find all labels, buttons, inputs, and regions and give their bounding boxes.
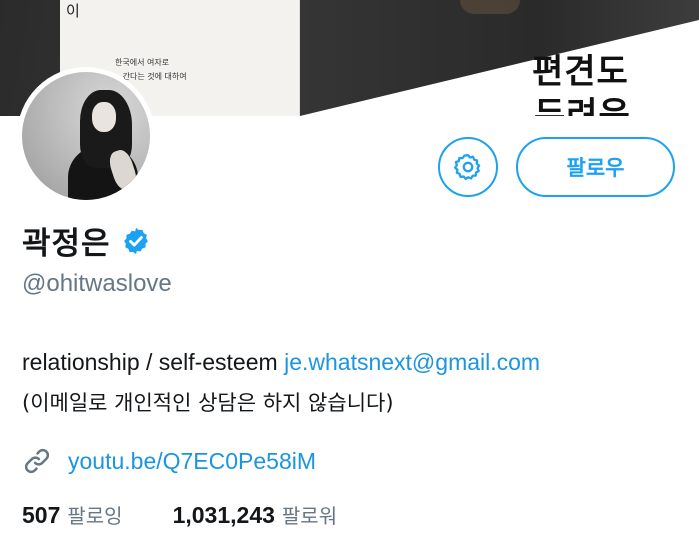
bio-line-2: (이메일로 개인적인 상담은 하지 않습니다) — [22, 391, 394, 415]
followers-count: 1,031,243 — [172, 502, 275, 528]
bio-text: relationship / self-esteem — [22, 349, 285, 375]
bio-email-link[interactable]: je.whatsnext@gmail.com — [284, 349, 540, 375]
avatar[interactable] — [17, 67, 155, 205]
following-count: 507 — [22, 502, 61, 528]
banner-headline-line-1: 편견도 — [532, 52, 629, 92]
profile-link-row[interactable]: youtu.be/Q7EC0Pe58iM — [22, 446, 316, 476]
book-subtitle-line-1: 한국에서 여자로 — [115, 58, 170, 67]
book-subtitle: 한국에서 여자로 ...간다는 것에 대하여 — [115, 56, 295, 84]
display-name: 곽정은 — [22, 226, 111, 262]
avatar-photo — [22, 72, 150, 200]
display-name-row: 곽정은 — [22, 218, 151, 263]
following-stat[interactable]: 507 팔로잉 — [22, 500, 123, 529]
user-handle: @ohitwaslove — [22, 270, 172, 297]
banner-headline-line-2: 두려운 — [534, 95, 631, 116]
banner-photo-detail — [460, 0, 520, 14]
link-icon — [24, 448, 50, 474]
book-title-fragment: 이 — [66, 2, 80, 20]
book-subtitle-line-2: ...간다는 것에 대하여 — [115, 72, 187, 81]
follow-stats: 507 팔로잉 1,031,243 팔로워 — [22, 500, 337, 529]
gear-icon — [454, 154, 481, 180]
avatar-figure-face — [92, 102, 116, 132]
followers-stat[interactable]: 1,031,243 팔로워 — [173, 500, 338, 529]
followers-label: 팔로워 — [281, 504, 338, 528]
bio-line-1: relationship / self-esteem je.whatsnext@… — [22, 349, 540, 376]
follow-button[interactable]: 팔로우 — [516, 137, 675, 197]
verified-badge-icon — [123, 227, 148, 254]
profile-link[interactable]: youtu.be/Q7EC0Pe58iM — [68, 448, 316, 475]
following-label: 팔로잉 — [67, 504, 123, 528]
settings-button[interactable] — [438, 137, 498, 197]
